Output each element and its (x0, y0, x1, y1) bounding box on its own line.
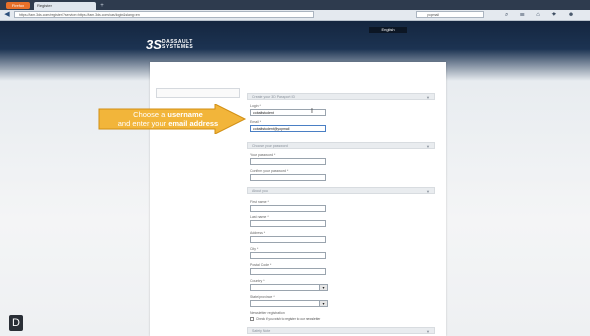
section-create-passport[interactable]: Create your 3D Passport ID ▼ (247, 93, 435, 100)
email-input[interactable]: cobaltstudent@yopmail (250, 125, 326, 132)
chevron-down-icon: ▼ (426, 144, 430, 149)
firefox-menu-button[interactable]: Firefox (6, 2, 30, 9)
section-title: Create your 3D Passport ID (252, 95, 295, 99)
window-controls: –□✕ (551, 1, 587, 16)
search-bar[interactable]: yopmail (416, 11, 484, 18)
chevron-down-icon: ▼ (426, 329, 430, 334)
section-title: Choose your password (252, 144, 288, 148)
section-password[interactable]: Choose your password ▼ (247, 142, 435, 149)
username-input[interactable]: cobaltstudent (250, 109, 326, 116)
callout-bold-username: username (167, 110, 203, 119)
last-name-label: Last name * (250, 215, 269, 219)
first-name-input[interactable] (250, 205, 326, 212)
language-button[interactable]: English (369, 27, 407, 33)
section-title: Safety Note (252, 329, 271, 333)
last-name-input[interactable] (250, 220, 326, 227)
new-tab-button[interactable]: + (98, 3, 106, 9)
city-label: City * (250, 247, 259, 251)
chevron-down-icon: ▾ (319, 285, 327, 290)
newsletter-label: Newsletter registration (250, 311, 285, 315)
callout-text: Choose a username and enter your email a… (104, 110, 232, 128)
confirm-password-input[interactable] (250, 174, 326, 181)
watermark-badge: D (9, 315, 23, 331)
section-title: About you (252, 189, 268, 193)
address-input[interactable] (250, 236, 326, 243)
email-label: Email * (250, 120, 262, 124)
callout-text-part: Choose a (133, 110, 168, 119)
sidebar-box (156, 88, 240, 98)
text-cursor-icon: I (311, 108, 313, 115)
username-label: Login * (250, 104, 261, 108)
city-input[interactable] (250, 252, 326, 259)
postal-code-input[interactable] (250, 268, 326, 275)
back-icon[interactable]: ◀ (3, 11, 11, 19)
dassault-logo-icon: 3S (146, 37, 162, 52)
section-last[interactable]: Safety Note ▼ (247, 327, 435, 334)
newsletter-checkbox[interactable] (250, 317, 254, 321)
newsletter-text: Check if you wish to register to our new… (256, 317, 321, 321)
state-select[interactable]: ▾ (250, 300, 328, 307)
callout-bold-email: email address (168, 119, 219, 128)
postal-code-label: Postal Code * (250, 263, 272, 267)
logo-line-2: SYSTEMES (162, 44, 194, 50)
country-label: Country * (250, 279, 265, 283)
country-select[interactable]: ▾ (250, 284, 328, 291)
chevron-down-icon: ▼ (426, 95, 430, 100)
password-input[interactable] (250, 158, 326, 165)
toolbar-icons[interactable]: ⌕ ☰ ⌂ ✦ ☻ (505, 11, 587, 19)
callout-line-1: Choose a username (104, 110, 232, 119)
password-label: Your password * (250, 153, 276, 157)
first-name-label: First name * (250, 200, 269, 204)
tab-register[interactable]: Register (34, 2, 96, 10)
callout-line-2: and enter your email address (104, 119, 232, 128)
chevron-down-icon: ▼ (426, 189, 430, 194)
address-label: Address * (250, 231, 266, 235)
state-label: State/province * (250, 295, 275, 299)
callout-text-part: and enter your (117, 119, 169, 128)
chevron-down-icon: ▾ (319, 301, 327, 306)
confirm-password-label: Confirm your password * (250, 169, 289, 173)
logo-text: DASSAULT SYSTEMES (162, 40, 193, 50)
address-bar[interactable]: https://iam.3ds.com/register/?service=ht… (14, 11, 314, 18)
section-about-you[interactable]: About you ▼ (247, 187, 435, 194)
